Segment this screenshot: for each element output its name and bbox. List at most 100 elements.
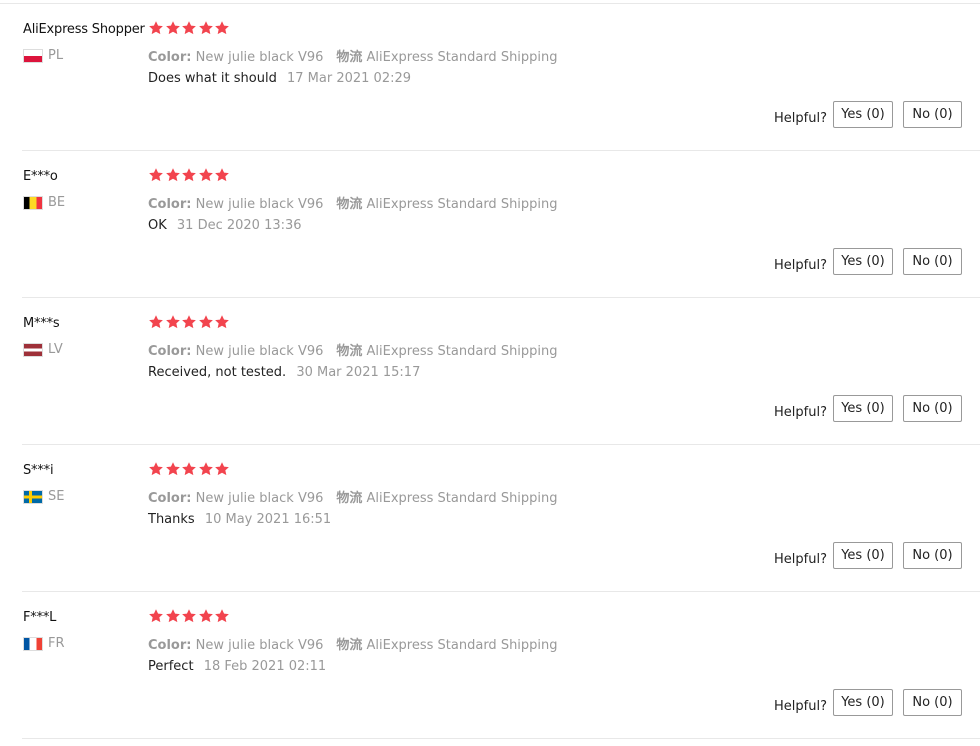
country-flag-icon bbox=[23, 196, 43, 210]
sku-value: AliExpress Standard Shipping bbox=[366, 50, 558, 65]
sku-key: Color: bbox=[148, 197, 192, 212]
star-icon bbox=[214, 608, 230, 624]
star-rating bbox=[148, 461, 231, 477]
star-rating bbox=[148, 20, 231, 36]
helpful-yes-button[interactable]: Yes (0) bbox=[833, 395, 893, 422]
star-icon bbox=[198, 167, 214, 183]
country-flag-icon bbox=[23, 343, 43, 357]
reviewer-name: M***s bbox=[23, 316, 60, 331]
reviewer-name: AliExpress Shopper bbox=[23, 22, 145, 37]
review-item: AliExpress Shopper PL Color: New julie b… bbox=[0, 4, 980, 151]
star-rating bbox=[148, 167, 231, 183]
reviewer-country: SE bbox=[48, 489, 65, 504]
helpful-label: Helpful? bbox=[774, 552, 827, 567]
review-feedback: Perfect 18 Feb 2021 02:11 bbox=[148, 659, 326, 674]
sku-key: Color: bbox=[148, 50, 192, 65]
review-date: 17 Mar 2021 02:29 bbox=[287, 71, 412, 86]
helpful-no-button[interactable]: No (0) bbox=[903, 542, 962, 569]
reviewer-country: PL bbox=[48, 48, 64, 63]
star-icon bbox=[148, 461, 164, 477]
sku-key: 物流 bbox=[336, 491, 363, 506]
review-text: Received, not tested. bbox=[148, 365, 287, 380]
star-icon bbox=[148, 314, 164, 330]
reviewer-country: FR bbox=[48, 636, 65, 651]
star-icon bbox=[198, 314, 214, 330]
sku-value: New julie black V96 bbox=[195, 638, 324, 653]
sku-value: AliExpress Standard Shipping bbox=[366, 344, 558, 359]
sku-key: Color: bbox=[148, 344, 192, 359]
star-icon bbox=[214, 461, 230, 477]
star-icon bbox=[165, 461, 181, 477]
helpful-no-button[interactable]: No (0) bbox=[903, 101, 962, 128]
sku-value: AliExpress Standard Shipping bbox=[366, 491, 558, 506]
helpful-no-button[interactable]: No (0) bbox=[903, 395, 962, 422]
sku-key: 物流 bbox=[336, 638, 363, 653]
review-item: E***o BE Color: New julie black V96 物流 Al… bbox=[0, 151, 980, 298]
sku-info: Color: New julie black V96 物流 AliExpress … bbox=[148, 634, 571, 653]
sku-value: AliExpress Standard Shipping bbox=[366, 638, 558, 653]
review-date: 10 May 2021 16:51 bbox=[204, 512, 332, 527]
helpful-yes-button[interactable]: Yes (0) bbox=[833, 248, 893, 275]
star-icon bbox=[181, 20, 197, 36]
review-feedback: Does what it should 17 Mar 2021 02:29 bbox=[148, 71, 411, 86]
review-text: Does what it should bbox=[148, 71, 277, 86]
review-date: 18 Feb 2021 02:11 bbox=[203, 659, 327, 674]
star-icon bbox=[181, 314, 197, 330]
reviewer-country: LV bbox=[48, 342, 63, 357]
star-icon bbox=[165, 314, 181, 330]
star-icon bbox=[214, 314, 230, 330]
reviewer-name: E***o bbox=[23, 169, 58, 184]
sku-info: Color: New julie black V96 物流 AliExpress … bbox=[148, 487, 571, 506]
review-text: OK bbox=[148, 218, 167, 233]
reviewer-name: S***i bbox=[23, 463, 54, 478]
sku-key: Color: bbox=[148, 638, 192, 653]
star-icon bbox=[198, 461, 214, 477]
sku-info: Color: New julie black V96 物流 AliExpress … bbox=[148, 193, 571, 212]
review-text: Perfect bbox=[148, 659, 194, 674]
sku-value: New julie black V96 bbox=[195, 491, 324, 506]
star-icon bbox=[198, 608, 214, 624]
star-icon bbox=[165, 608, 181, 624]
star-icon bbox=[165, 20, 181, 36]
star-icon bbox=[181, 167, 197, 183]
sku-value: New julie black V96 bbox=[195, 50, 324, 65]
reviewer-country: BE bbox=[48, 195, 66, 210]
star-icon bbox=[165, 167, 181, 183]
helpful-yes-button[interactable]: Yes (0) bbox=[833, 101, 893, 128]
sku-value: New julie black V96 bbox=[195, 344, 324, 359]
star-icon bbox=[198, 20, 214, 36]
country-flag-icon bbox=[23, 490, 43, 504]
reviewer-name: F***L bbox=[23, 610, 57, 625]
helpful-no-button[interactable]: No (0) bbox=[903, 248, 962, 275]
review-item: M***s LV Color: New julie black V96 物流 Al… bbox=[0, 298, 980, 445]
star-icon bbox=[181, 461, 197, 477]
star-rating bbox=[148, 608, 231, 624]
review-divider bbox=[22, 738, 980, 739]
star-icon bbox=[148, 167, 164, 183]
review-date: 31 Dec 2020 13:36 bbox=[176, 218, 302, 233]
sku-key: 物流 bbox=[336, 197, 363, 212]
helpful-yes-button[interactable]: Yes (0) bbox=[833, 689, 893, 716]
review-text: Thanks bbox=[148, 512, 195, 527]
sku-key: 物流 bbox=[336, 344, 363, 359]
star-rating bbox=[148, 314, 231, 330]
helpful-label: Helpful? bbox=[774, 111, 827, 126]
star-icon bbox=[148, 20, 164, 36]
star-icon bbox=[214, 20, 230, 36]
star-icon bbox=[214, 167, 230, 183]
sku-value: New julie black V96 bbox=[195, 197, 324, 212]
review-date: 30 Mar 2021 15:17 bbox=[296, 365, 421, 380]
sku-info: Color: New julie black V96 物流 AliExpress … bbox=[148, 46, 571, 65]
review-feedback: Thanks 10 May 2021 16:51 bbox=[148, 512, 331, 527]
helpful-no-button[interactable]: No (0) bbox=[903, 689, 962, 716]
star-icon bbox=[181, 608, 197, 624]
country-flag-icon bbox=[23, 49, 43, 63]
helpful-label: Helpful? bbox=[774, 699, 827, 714]
helpful-label: Helpful? bbox=[774, 258, 827, 273]
helpful-yes-button[interactable]: Yes (0) bbox=[833, 542, 893, 569]
star-icon bbox=[148, 608, 164, 624]
sku-key: Color: bbox=[148, 491, 192, 506]
review-feedback: Received, not tested. 30 Mar 2021 15:17 bbox=[148, 365, 420, 380]
helpful-label: Helpful? bbox=[774, 405, 827, 420]
review-feedback: OK 31 Dec 2020 13:36 bbox=[148, 218, 302, 233]
